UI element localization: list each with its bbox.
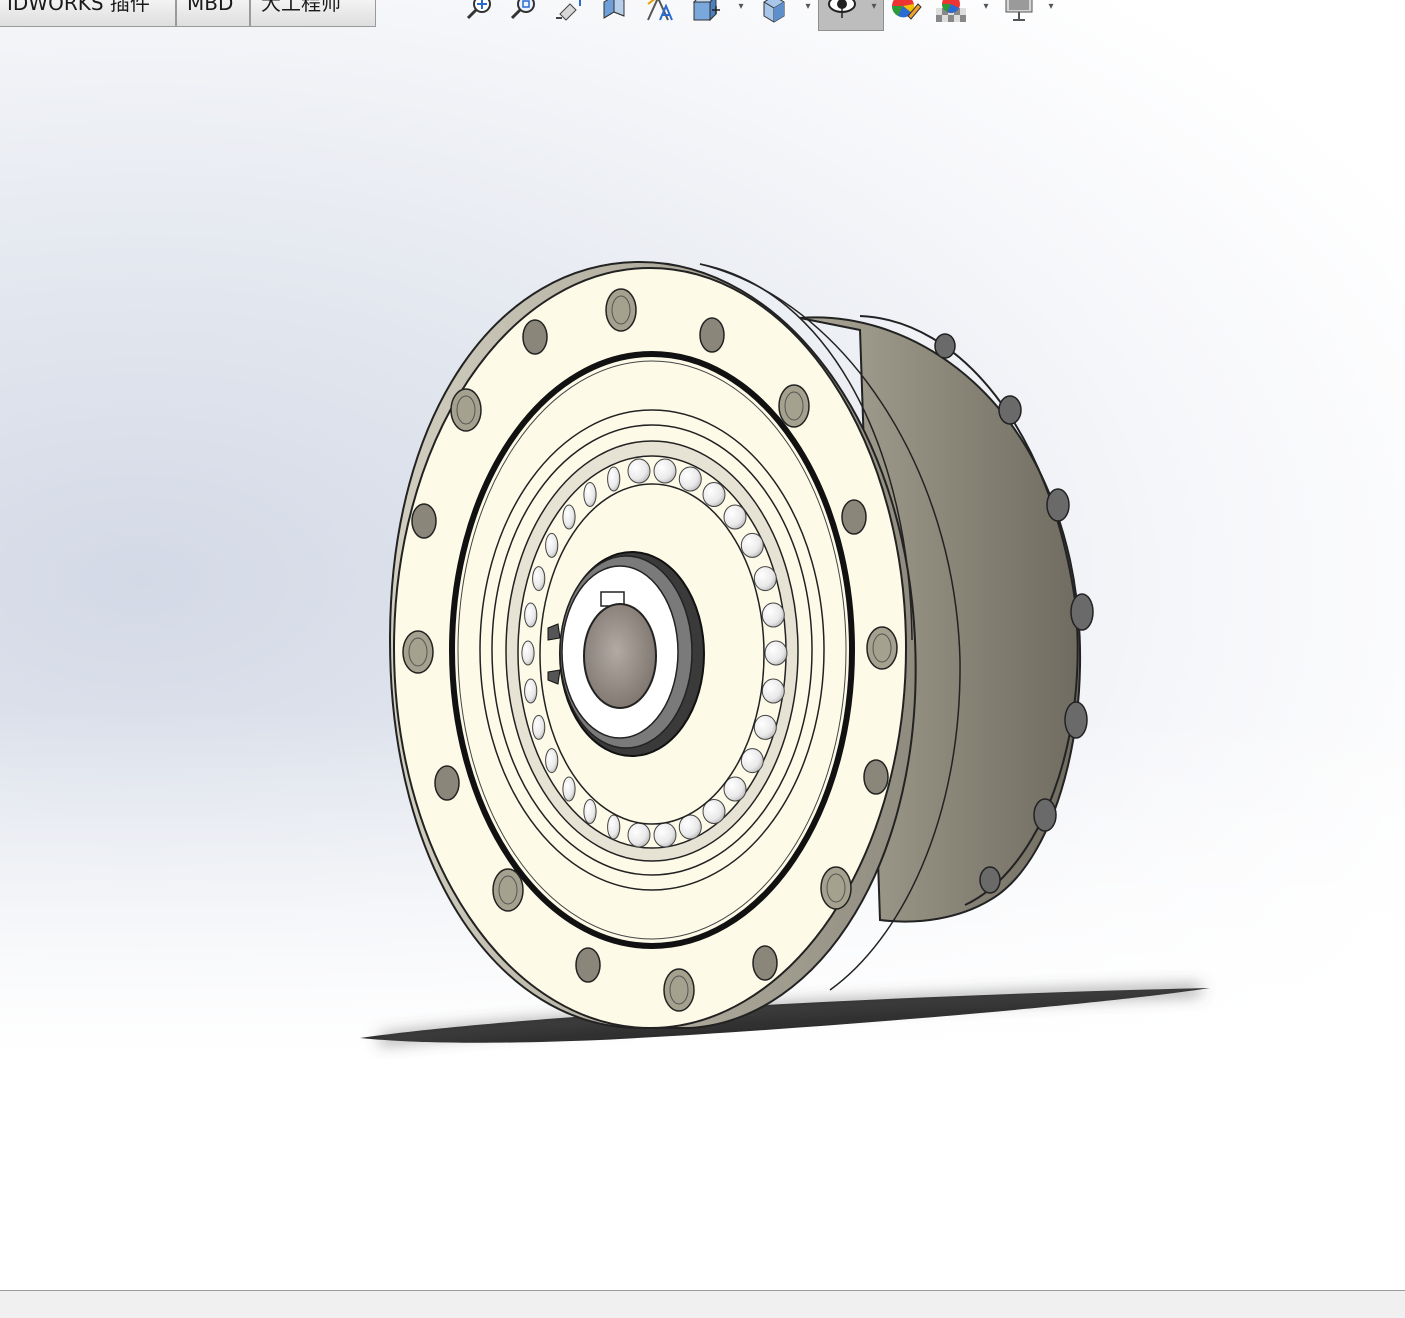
bearing-ball <box>740 532 764 558</box>
dynamic-annotation-icon[interactable] <box>644 0 678 24</box>
bearing-ball <box>583 482 597 507</box>
bearing-ball <box>753 714 777 740</box>
bearing-ball <box>524 602 538 628</box>
bearing-ball <box>627 458 651 484</box>
edit-appearance-icon[interactable] <box>888 0 922 24</box>
bearing-ball <box>764 640 788 666</box>
zoom-to-fit-icon[interactable] <box>462 0 496 24</box>
zoom-to-area-icon[interactable] <box>506 0 540 24</box>
status-bar <box>0 1290 1405 1318</box>
bearing-ball <box>545 748 559 774</box>
bearing-ball <box>532 566 546 592</box>
model-3d-view[interactable] <box>0 0 1405 1290</box>
bearing-ball <box>753 566 777 592</box>
view-settings-dropdown-icon[interactable]: ▾ <box>1045 0 1057 14</box>
view-orientation-icon[interactable] <box>690 0 724 24</box>
heads-up-view-toolbar: ▾ ▾ ▾ ▾ ▾ <box>0 0 1405 31</box>
bearing-ball <box>562 504 576 530</box>
bearing-ball <box>653 822 677 848</box>
previous-view-icon[interactable] <box>552 0 586 24</box>
bearing-ball <box>583 799 597 824</box>
bearing-ball <box>607 814 621 840</box>
bearing-ball <box>761 678 785 704</box>
bearing-ball <box>702 482 726 507</box>
apply-scene-dropdown-icon[interactable]: ▾ <box>980 0 992 14</box>
bearing-ball <box>678 814 702 840</box>
display-style-icon[interactable] <box>758 0 792 24</box>
display-style-dropdown-icon[interactable]: ▾ <box>802 0 814 14</box>
bearing-ball <box>740 748 764 774</box>
model-shadow <box>360 987 1210 1043</box>
bearing-ball <box>678 466 702 492</box>
bearing-ball <box>521 640 535 666</box>
view-orientation-dropdown-icon[interactable]: ▾ <box>735 0 747 14</box>
section-view-icon[interactable] <box>598 0 632 24</box>
bearing-ball <box>562 776 576 802</box>
hide-show-items-icon[interactable] <box>826 0 860 24</box>
view-settings-icon[interactable] <box>1002 0 1036 24</box>
bearing-ball <box>761 602 785 628</box>
bearing-ball <box>723 504 747 530</box>
bearing-ball <box>653 458 677 484</box>
bearing-ball <box>524 678 538 704</box>
bearing-ball <box>545 532 559 558</box>
hide-show-dropdown-icon[interactable]: ▾ <box>868 0 880 14</box>
apply-scene-icon[interactable] <box>934 0 968 24</box>
bearing-ball <box>532 714 546 740</box>
bearing-ball <box>627 822 651 848</box>
bearing-ball <box>607 466 621 492</box>
